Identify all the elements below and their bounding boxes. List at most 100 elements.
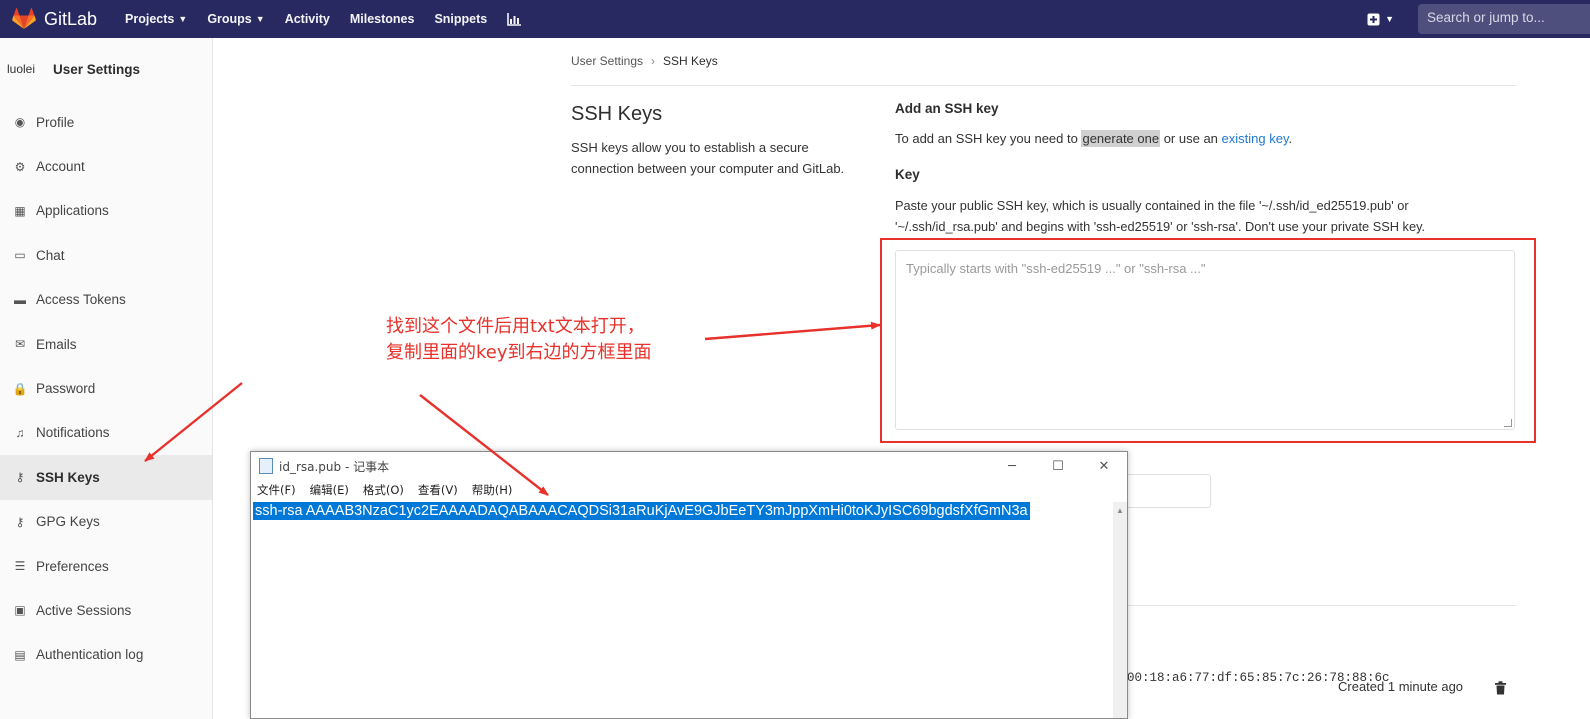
generate-one-link[interactable]: generate one xyxy=(1081,130,1161,147)
settings-sidebar: luolei User Settings ◉ Profile ⚙ Account ▦ Ap… xyxy=(0,38,213,719)
nav-milestones[interactable]: Milestones xyxy=(350,12,415,26)
key-label: Key xyxy=(895,167,920,182)
chat-icon: ▭ xyxy=(14,248,26,263)
nav-right: ▼ Search or jump to... xyxy=(1367,4,1590,34)
brand-name: GitLab xyxy=(44,8,98,29)
existing-key-link[interactable]: existing key xyxy=(1222,131,1289,146)
sidebar-item-password[interactable]: 🔒 Password xyxy=(0,366,212,410)
nav-snippets-label: Snippets xyxy=(434,12,488,26)
add-text-before: To add an SSH key you need to xyxy=(895,131,1082,146)
notepad-window[interactable]: id_rsa.pub - 记事本 ─ ☐ ✕ 文件(F) 编辑(E) 格式(O)… xyxy=(250,451,1128,719)
sidebar-item-label: Access Tokens xyxy=(36,292,126,308)
sidebar-item-label: GPG Keys xyxy=(36,514,100,530)
bell-icon: ♫ xyxy=(15,425,25,440)
menu-edit[interactable]: 编辑(E) xyxy=(310,482,349,498)
nav-snippets[interactable]: Snippets xyxy=(434,12,487,26)
sidebar-item-label: SSH Keys xyxy=(36,469,100,485)
trash-icon[interactable] xyxy=(1494,681,1507,695)
key-created-time: Created 1 minute ago xyxy=(1338,679,1464,694)
avatar: luolei xyxy=(7,62,36,76)
page-description: SSH keys allow you to establish a secure… xyxy=(571,140,845,176)
page-title: SSH Keys xyxy=(571,103,663,125)
key-help-text: Paste your public SSH key, which is usua… xyxy=(895,198,1426,234)
main-nav: Projects ▼ Groups ▼ Activity Milestones Sn… xyxy=(125,12,541,26)
nav-milestones-label: Milestones xyxy=(349,12,415,26)
menu-view[interactable]: 查看(V) xyxy=(418,482,458,498)
applications-icon: ▦ xyxy=(14,203,26,218)
token-icon: ▬ xyxy=(14,292,26,307)
sidebar-item-access-tokens[interactable]: ▬ Access Tokens xyxy=(0,278,212,322)
sidebar-item-label: Account xyxy=(36,159,85,175)
breadcrumb: User Settings › SSH Keys xyxy=(571,54,718,68)
annotation-line-2: 复制里面的key到右边的方框里面 xyxy=(386,342,652,363)
nav-projects[interactable]: Projects ▼ xyxy=(125,12,187,26)
nav-activity-label: Activity xyxy=(284,12,330,26)
nav-projects-label: Projects xyxy=(125,12,175,26)
sidebar-item-label: Emails xyxy=(36,336,77,352)
key-icon: ⚷ xyxy=(15,514,25,529)
sidebar-item-label: Active Sessions xyxy=(36,602,132,618)
window-controls: ─ ☐ ✕ xyxy=(989,452,1127,480)
key-icon: ⚷ xyxy=(15,470,25,485)
scroll-up-icon[interactable]: ▲ xyxy=(1116,506,1124,515)
notepad-menubar: 文件(F) 编辑(E) 格式(O) 查看(V) 帮助(H) xyxy=(251,480,1127,500)
log-icon: ▤ xyxy=(14,647,26,662)
gitlab-logo-icon xyxy=(12,8,36,29)
breadcrumb-current[interactable]: SSH Keys xyxy=(663,54,718,68)
sidebar-nav: ◉ Profile ⚙ Account ▦ Applications ▭ Chat ▬ Acces… xyxy=(0,100,212,677)
chevron-down-icon: ▼ xyxy=(255,14,265,24)
email-icon: ✉ xyxy=(14,337,26,352)
sidebar-item-emails[interactable]: ✉ Emails xyxy=(0,322,212,366)
sidebar-item-account[interactable]: ⚙ Account xyxy=(0,144,212,188)
chevron-down-icon: ▼ xyxy=(1385,14,1394,24)
add-ssh-key-title: Add an SSH key xyxy=(895,101,999,116)
nav-groups-label: Groups xyxy=(207,12,252,26)
sidebar-item-applications[interactable]: ▦ Applications xyxy=(0,189,212,233)
search-input[interactable]: Search or jump to... xyxy=(1418,4,1590,34)
breadcrumb-parent[interactable]: User Settings xyxy=(571,54,643,68)
divider xyxy=(1127,605,1516,606)
notepad-text-area[interactable]: ssh-rsa AAAAB3NzaC1yc2EAAAADAQABAAACAQDS… xyxy=(253,502,1113,717)
title-input[interactable] xyxy=(1127,474,1211,508)
sidebar-item-ssh-keys[interactable]: ⚷ SSH Keys xyxy=(0,455,212,500)
sidebar-item-chat[interactable]: ▭ Chat xyxy=(0,233,212,277)
chart-icon xyxy=(507,12,522,26)
selected-key-text[interactable]: ssh-rsa AAAAB3NzaC1yc2EAAAADAQABAAACAQDS… xyxy=(253,502,1030,520)
sidebar-item-preferences[interactable]: ☰ Preferences xyxy=(0,544,212,588)
minimize-icon[interactable]: ─ xyxy=(989,452,1035,480)
chevron-right-icon: › xyxy=(651,54,656,68)
add-text-after: . xyxy=(1288,131,1293,146)
nav-groups[interactable]: Groups ▼ xyxy=(207,12,264,26)
preferences-icon: ☰ xyxy=(14,559,26,574)
gitlab-home-link[interactable]: GitLab xyxy=(12,8,97,30)
sidebar-item-label: Preferences xyxy=(36,558,109,574)
notepad-file-icon xyxy=(259,458,273,474)
ssh-key-textarea[interactable]: Typically starts with "ssh-ed25519 ..." … xyxy=(895,250,1515,430)
sidebar-item-authentication-log[interactable]: ▤ Authentication log xyxy=(0,633,212,677)
nav-analytics[interactable] xyxy=(507,12,522,26)
resize-grip-icon[interactable] xyxy=(1504,419,1512,427)
maximize-icon[interactable]: ☐ xyxy=(1035,452,1081,480)
account-icon: ⚙ xyxy=(14,159,26,174)
vertical-scrollbar[interactable]: ▲ xyxy=(1113,502,1127,718)
menu-help[interactable]: 帮助(H) xyxy=(472,482,513,498)
sidebar-item-notifications[interactable]: ♫ Notifications xyxy=(0,411,212,455)
sidebar-item-gpg-keys[interactable]: ⚷ GPG Keys xyxy=(0,500,212,544)
annotation-line-1: 找到这个文件后用txt文本打开， xyxy=(386,316,645,337)
plus-square-icon xyxy=(1367,13,1380,25)
notepad-titlebar[interactable]: id_rsa.pub - 记事本 ─ ☐ ✕ xyxy=(251,452,1127,480)
top-navbar: GitLab Projects ▼ Groups ▼ Activity Milest… xyxy=(0,0,1590,38)
sidebar-item-active-sessions[interactable]: ▣ Active Sessions xyxy=(0,588,212,632)
new-dropdown-button[interactable]: ▼ xyxy=(1367,13,1394,26)
add-text-middle: or use an xyxy=(1160,131,1222,146)
nav-activity[interactable]: Activity xyxy=(285,12,330,26)
sidebar-header[interactable]: luolei User Settings xyxy=(0,38,212,100)
sidebar-item-label: Applications xyxy=(36,203,109,219)
close-icon[interactable]: ✕ xyxy=(1081,452,1127,480)
add-ssh-key-text: To add an SSH key you need to generate o… xyxy=(895,130,1293,147)
sidebar-item-label: Chat xyxy=(36,247,65,263)
menu-file[interactable]: 文件(F) xyxy=(257,482,296,498)
sidebar-item-profile[interactable]: ◉ Profile xyxy=(0,100,212,144)
sidebar-item-label: Notifications xyxy=(36,425,110,441)
menu-format[interactable]: 格式(O) xyxy=(363,482,404,498)
